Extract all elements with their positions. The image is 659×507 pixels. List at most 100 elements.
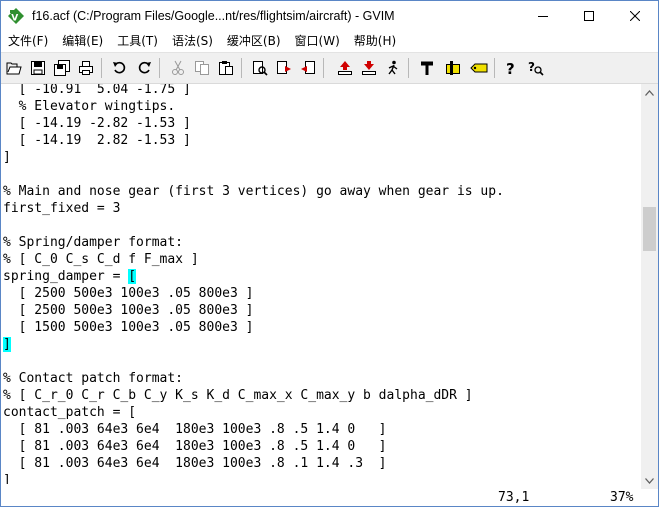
save-session-icon: [362, 61, 376, 75]
run-script-icon: [388, 60, 398, 75]
print-button[interactable]: [75, 57, 97, 79]
make-button[interactable]: [416, 57, 438, 79]
code-line: % [ C_0 C_s C_d f F_max ]: [3, 252, 199, 267]
menu-help[interactable]: 帮助(H): [347, 31, 403, 51]
menu-syntax[interactable]: 语法(S): [165, 31, 220, 51]
run-shell-button[interactable]: [442, 57, 464, 79]
save-all-button[interactable]: [51, 57, 73, 79]
save-all-icon: [54, 60, 70, 76]
find-help-icon: ?: [528, 60, 544, 76]
matched-bracket: [: [128, 269, 137, 284]
undo-button[interactable]: [109, 57, 131, 79]
paste-icon: [219, 61, 233, 75]
print-icon: [79, 61, 93, 75]
save-icon: [31, 61, 45, 75]
code-line: contact_patch = [: [3, 405, 137, 420]
code-line: [ -14.19 -2.82 -1.53 ]: [3, 116, 191, 131]
maximize-button[interactable]: [566, 1, 612, 31]
copy-button[interactable]: [191, 57, 213, 79]
code-line: % Main and nose gear (first 3 vertices) …: [3, 184, 504, 199]
minimize-button[interactable]: [520, 1, 566, 31]
scroll-up-button[interactable]: [641, 84, 658, 101]
toolbar: ? ?: [1, 52, 658, 84]
menu-file[interactable]: 文件(F): [1, 31, 55, 51]
menu-buffers[interactable]: 缓冲区(B): [220, 31, 288, 51]
code-line: % Elevator wingtips.: [3, 99, 176, 114]
toolbar-separator: [408, 58, 409, 78]
find-prev-button[interactable]: [297, 57, 319, 79]
code-line: ]: [3, 473, 11, 484]
toolbar-separator: [159, 58, 160, 78]
open-icon: [6, 62, 22, 75]
save-session-button[interactable]: [358, 57, 380, 79]
toolbar-separator: [323, 58, 324, 78]
paste-button[interactable]: [215, 57, 237, 79]
redo-icon: [138, 61, 151, 74]
undo-icon: [113, 61, 126, 74]
cut-icon: [172, 60, 184, 75]
status-line: 73,1 37%: [1, 489, 641, 506]
code-text: spring_damper = [: [3, 269, 137, 284]
help-icon: ?: [506, 60, 515, 76]
menu-window[interactable]: 窗口(W): [288, 31, 347, 51]
run-shell-icon: [446, 61, 460, 75]
cursor-position: 73,1: [498, 490, 530, 505]
code-line: % Contact patch format:: [3, 371, 184, 386]
svg-text:V: V: [11, 14, 18, 24]
find-prev-icon: [301, 61, 315, 74]
code-line: [ -14.19 2.82 -1.53 ]: [3, 133, 191, 148]
window-title: f16.acf (C:/Program Files/Google...nt/re…: [32, 9, 395, 23]
scroll-down-button[interactable]: [641, 472, 658, 489]
open-button[interactable]: [3, 57, 25, 79]
editor-text-area[interactable]: [ -10.91 5.04 -1.75 ] % Elevator wingtip…: [1, 84, 641, 484]
chevron-down-icon: [645, 477, 654, 484]
find-replace-button[interactable]: [249, 57, 271, 79]
menu-bar: 文件(F) 编辑(E) 工具(T) 语法(S) 缓冲区(B) 窗口(W) 帮助(…: [1, 31, 658, 51]
code-line: [ -10.91 5.04 -1.75 ]: [3, 84, 191, 97]
load-session-icon: [338, 61, 352, 75]
help-button[interactable]: ?: [500, 57, 522, 79]
redo-button[interactable]: [133, 57, 155, 79]
title-bar: V f16.acf (C:/Program Files/Google...nt/…: [1, 1, 658, 31]
find-next-button[interactable]: [273, 57, 295, 79]
gvim-window: V f16.acf (C:/Program Files/Google...nt/…: [0, 0, 659, 507]
vertical-scrollbar[interactable]: [641, 84, 658, 489]
cut-button[interactable]: [167, 57, 189, 79]
maximize-icon: [584, 11, 594, 21]
code-line: % Spring/damper format:: [3, 235, 184, 250]
scroll-percent: 37%: [610, 490, 634, 505]
menu-edit[interactable]: 编辑(E): [55, 31, 110, 51]
code-text: ]: [3, 337, 11, 352]
code-line: [ 1500 500e3 100e3 .05 800e3 ]: [3, 320, 254, 335]
load-session-button[interactable]: [334, 57, 356, 79]
code-line: % [ C_r_0 C_r C_b C_y K_s K_d C_max_x C_…: [3, 388, 473, 403]
code-line: [ 2500 500e3 100e3 .05 800e3 ]: [3, 286, 254, 301]
ctags-icon: [470, 63, 488, 73]
toolbar-separator: [494, 58, 495, 78]
copy-icon: [195, 61, 209, 75]
code-line: [ 81 .003 64e3 6e4 180e3 100e3 .8 .1 1.4…: [3, 456, 387, 471]
code-line: first_fixed = 3: [3, 201, 121, 216]
toolbar-separator: [241, 58, 242, 78]
minimize-icon: [538, 16, 548, 17]
find-next-icon: [277, 61, 291, 74]
code-line: [ 81 .003 64e3 6e4 180e3 100e3 .8 .5 1.4…: [3, 422, 387, 437]
svg-text:?: ?: [528, 60, 535, 74]
find-replace-icon: [253, 61, 268, 76]
chevron-up-icon: [645, 89, 654, 96]
scrollbar-thumb[interactable]: [643, 207, 656, 251]
svg-text:?: ?: [506, 60, 515, 76]
make-icon: [421, 61, 433, 75]
code-line-with-match: spring_damper = [: [3, 268, 137, 285]
close-icon: [630, 11, 640, 21]
close-button[interactable]: [612, 1, 658, 31]
code-line: [ 2500 500e3 100e3 .05 800e3 ]: [3, 303, 254, 318]
find-help-button[interactable]: ?: [525, 57, 547, 79]
menu-tools[interactable]: 工具(T): [110, 31, 165, 51]
vim-app-icon[interactable]: V: [8, 8, 24, 24]
code-line: ]: [3, 150, 11, 165]
code-line: [ 81 .003 64e3 6e4 180e3 100e3 .8 .5 1.4…: [3, 439, 387, 454]
run-script-button[interactable]: [382, 57, 404, 79]
ctags-button[interactable]: [468, 57, 490, 79]
save-button[interactable]: [27, 57, 49, 79]
